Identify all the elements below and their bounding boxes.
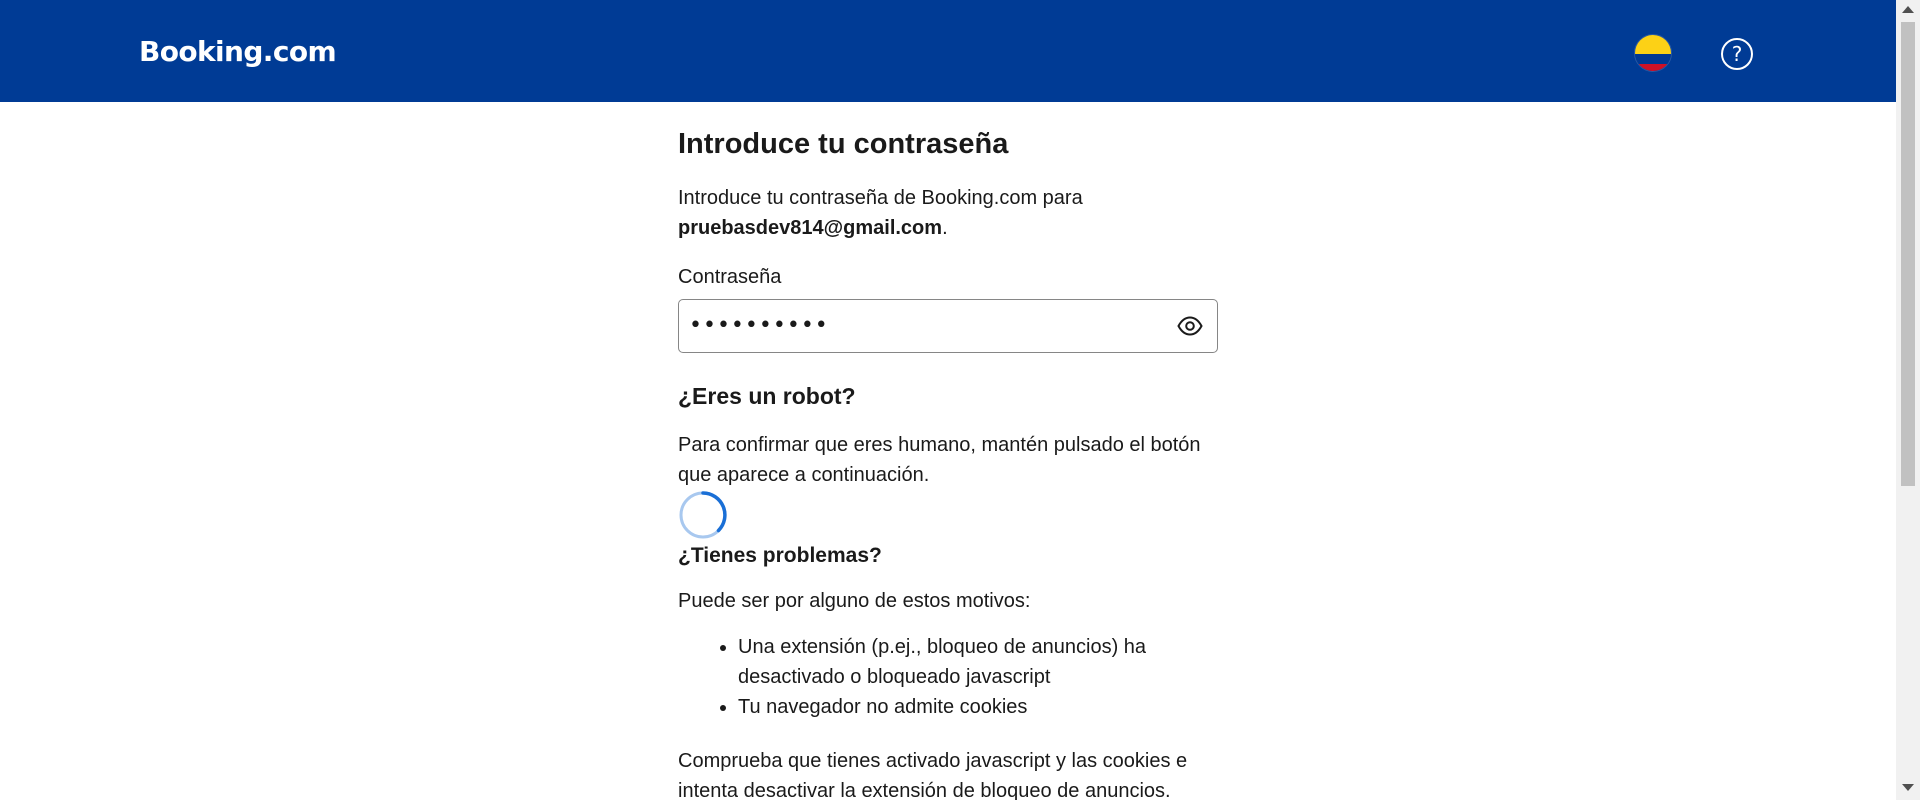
page-title: Introduce tu contraseña	[678, 128, 1009, 160]
scroll-down-arrow-icon[interactable]	[1902, 784, 1914, 791]
main-content: Introduce tu contraseña Introduce tu con…	[678, 102, 1218, 800]
check-instructions: Comprueba que tienes activado javascript…	[678, 750, 1188, 800]
colombia-flag-icon[interactable]	[1634, 34, 1672, 72]
list-item: Tu navegador no admite cookies	[738, 692, 1218, 722]
password-field[interactable]: ••••••••••	[678, 299, 1218, 353]
password-value[interactable]: ••••••••••	[689, 314, 829, 338]
scroll-thumb[interactable]	[1901, 22, 1915, 486]
problems-title: ¿Tienes problemas?	[678, 544, 882, 567]
eye-icon[interactable]	[1177, 315, 1203, 337]
email-suffix: .	[942, 217, 948, 239]
booking-logo[interactable]: Booking.com	[139, 35, 337, 68]
intro-text: Introduce tu contraseña de Booking.com p…	[678, 183, 1218, 243]
email-address: pruebasdev814@gmail.com	[678, 217, 943, 239]
password-label: Contraseña	[678, 266, 782, 288]
reasons-list: Una extensión (p.ej., bloqueo de anuncio…	[678, 632, 1218, 722]
robot-description: Para confirmar que eres humano, mantén p…	[678, 434, 1201, 486]
top-header: Booking.com ?	[0, 0, 1896, 102]
scroll-up-arrow-icon[interactable]	[1902, 6, 1914, 13]
vertical-scrollbar[interactable]	[1896, 0, 1920, 800]
list-item: Una extensión (p.ej., bloqueo de anuncio…	[738, 632, 1218, 692]
help-icon[interactable]: ?	[1721, 38, 1753, 70]
intro-prefix: Introduce tu contraseña de Booking.com p…	[678, 187, 1083, 209]
robot-title: ¿Eres un robot?	[678, 383, 856, 409]
loading-spinner-icon[interactable]	[678, 490, 728, 540]
problems-description: Puede ser por alguno de estos motivos:	[678, 590, 1031, 612]
